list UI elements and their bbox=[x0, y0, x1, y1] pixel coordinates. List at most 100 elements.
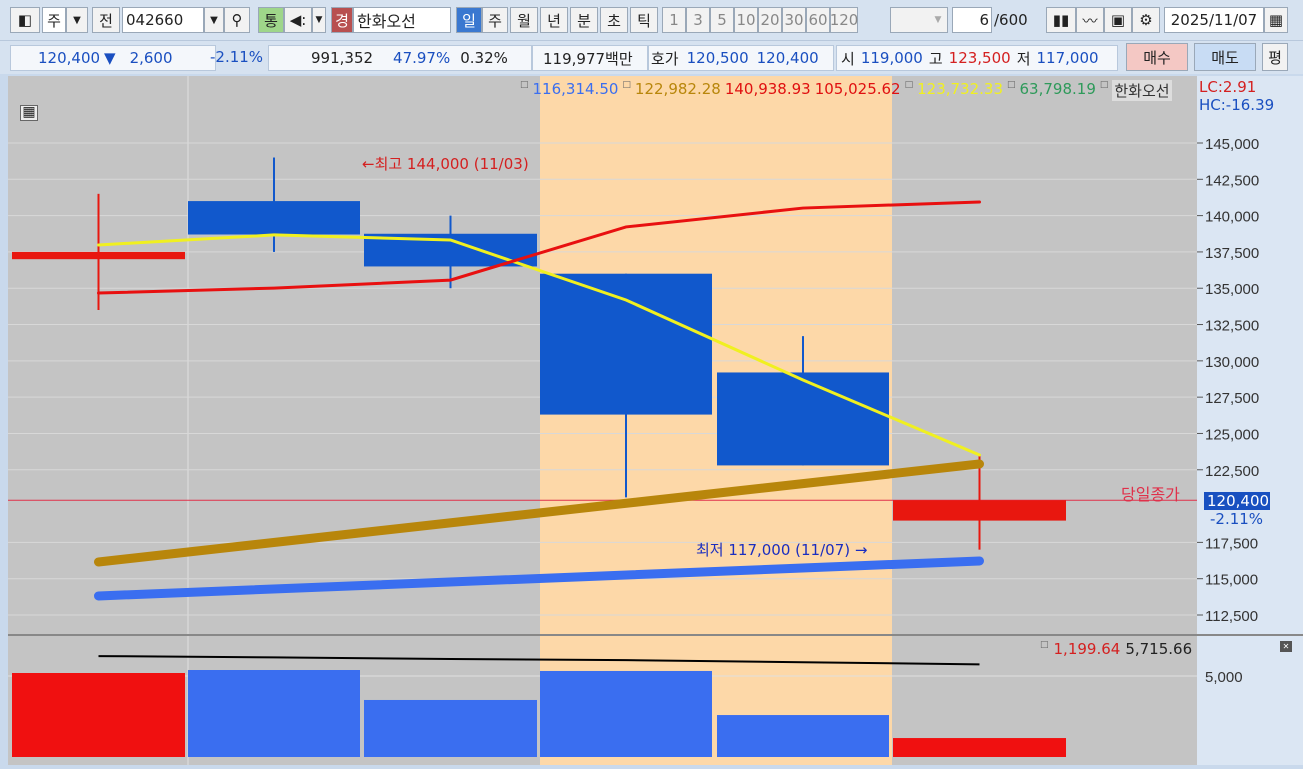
change-pct: -2.11% bbox=[210, 48, 264, 66]
candle-body bbox=[12, 251, 185, 260]
maximize-icon[interactable]: ✕ bbox=[1280, 641, 1292, 652]
chevron-down-icon[interactable]: ▼ bbox=[204, 7, 224, 33]
tab-day[interactable]: 일 bbox=[456, 7, 482, 33]
y-tick-label: 135,000 bbox=[1205, 281, 1259, 298]
turnover: 0.32% bbox=[460, 49, 508, 67]
price-chart: 145,000 142,500 140,000 137,500 135,000 132,5… bbox=[8, 76, 1303, 765]
tab-tick[interactable]: 틱 bbox=[630, 7, 658, 33]
change: 2,600 bbox=[129, 49, 173, 67]
code-input[interactable]: 042660 bbox=[122, 7, 204, 33]
gear-icon[interactable]: ⚙ bbox=[1132, 7, 1160, 33]
open-label: 시 bbox=[841, 49, 855, 68]
y-tick-label: 140,000 bbox=[1205, 209, 1259, 226]
min-20[interactable]: 20 bbox=[758, 7, 782, 33]
y-tick-label: 142,500 bbox=[1205, 172, 1259, 189]
close-price-marker: 120,400 bbox=[1204, 492, 1270, 510]
legend-name: 한화오선 bbox=[1112, 80, 1172, 101]
legend-blue: 116,314.50 bbox=[532, 80, 619, 98]
open-price: 119,000 bbox=[860, 49, 923, 67]
y-tick-label: 132,500 bbox=[1205, 318, 1259, 335]
sell-button[interactable]: 매도 bbox=[1194, 43, 1256, 71]
volume: 991,352 bbox=[311, 49, 374, 67]
current-price: 120,400 bbox=[38, 49, 101, 67]
ask-price: 120,500 bbox=[686, 49, 749, 67]
min-1[interactable]: 1 bbox=[662, 7, 686, 33]
stock-name[interactable]: 한화오선 bbox=[353, 7, 451, 33]
interval-select[interactable]: ▼ bbox=[890, 7, 948, 33]
volume-ratio: 47.97% bbox=[393, 49, 451, 67]
date-input[interactable]: 2025/11/07 bbox=[1164, 7, 1264, 33]
tab-month[interactable]: 월 bbox=[510, 7, 538, 33]
chevron-down-icon[interactable]: ▼ bbox=[66, 7, 88, 33]
toolbar: ◧ 주 ▼ 전 042660 ▼ ⚲ 통 ◀: ▼ 경 한화오선 일 주 월 년… bbox=[0, 0, 1303, 40]
legend-gold: 122,982.28 bbox=[634, 80, 721, 98]
grid-icon[interactable]: ▦ bbox=[20, 105, 38, 121]
y-tick-label: 117,500 bbox=[1205, 535, 1258, 552]
volume-bar bbox=[540, 670, 712, 757]
amount: 119,977백만 bbox=[532, 45, 648, 71]
candle-add-icon[interactable]: ▮▮ bbox=[1046, 7, 1076, 33]
legend-red-1: 140,938.93 bbox=[724, 80, 811, 98]
y-tick-label: 112,500 bbox=[1205, 608, 1258, 625]
tab-minute[interactable]: 분 bbox=[570, 7, 598, 33]
market-select[interactable]: 주 bbox=[42, 7, 66, 33]
min-60[interactable]: 60 bbox=[806, 7, 830, 33]
y-tick-label: 145,000 bbox=[1205, 136, 1259, 153]
legend-red-2: 105,025.62 bbox=[814, 80, 901, 98]
calendar-icon[interactable]: ▦ bbox=[1264, 7, 1288, 33]
candle-body bbox=[893, 500, 1066, 521]
min-5[interactable]: 5 bbox=[710, 7, 734, 33]
lc-value: LC:2.91 bbox=[1199, 78, 1257, 96]
volume-bar bbox=[12, 673, 185, 757]
count-input[interactable]: 6 bbox=[952, 7, 992, 33]
warning-badge: 경 bbox=[331, 7, 353, 33]
min-30[interactable]: 30 bbox=[782, 7, 806, 33]
low-label: 저 bbox=[1016, 49, 1031, 68]
candle-body bbox=[540, 273, 712, 415]
tab-second[interactable]: 초 bbox=[600, 7, 628, 33]
y-tick-label: 130,000 bbox=[1205, 354, 1259, 371]
hc-value: HC:-16.39 bbox=[1199, 96, 1275, 114]
tab-week[interactable]: 주 bbox=[482, 7, 508, 33]
high-price: 123,500 bbox=[948, 49, 1011, 67]
min-120[interactable]: 120 bbox=[830, 7, 858, 33]
close-pct: -2.11% bbox=[1210, 510, 1264, 528]
line-add-icon[interactable]: 〰 bbox=[1076, 7, 1104, 33]
save-icon[interactable]: ▣ bbox=[1104, 7, 1132, 33]
volume-tick-label: 5,000 bbox=[1205, 669, 1243, 686]
layout-icon[interactable]: ◧ bbox=[10, 7, 40, 33]
volume-bar bbox=[188, 670, 360, 757]
y-tick-label: 127,500 bbox=[1205, 390, 1259, 407]
count-total: /600 bbox=[994, 11, 1028, 29]
search-icon[interactable]: ⚲ bbox=[224, 7, 250, 33]
y-tick-label: 125,000 bbox=[1205, 426, 1259, 443]
candle-body bbox=[717, 372, 889, 466]
close-label: 당일종가 bbox=[1121, 485, 1180, 504]
high-annotation: ←최고 144,000 (11/03) bbox=[362, 155, 529, 173]
volume-bar bbox=[717, 715, 889, 757]
buy-button[interactable]: 매수 bbox=[1126, 43, 1188, 71]
min-10[interactable]: 10 bbox=[734, 7, 758, 33]
down-arrow-icon: ▼ bbox=[104, 49, 116, 67]
volume-bar bbox=[364, 699, 537, 757]
min-3[interactable]: 3 bbox=[686, 7, 710, 33]
prev-button[interactable]: 전 bbox=[92, 7, 120, 33]
tab-year[interactable]: 년 bbox=[540, 7, 568, 33]
hoga-label: 호가 bbox=[651, 49, 679, 68]
chevron-down-icon[interactable]: ▼ bbox=[312, 7, 326, 33]
volume-bar bbox=[893, 738, 1066, 757]
avg-button[interactable]: 평 bbox=[1262, 43, 1288, 71]
candle-body bbox=[188, 201, 360, 235]
volume-legend-1: 1,199.64 bbox=[1053, 640, 1121, 658]
tong-button[interactable]: 통 bbox=[258, 7, 284, 33]
low-price: 117,000 bbox=[1036, 49, 1099, 67]
legend-yellow: 123,732.33 bbox=[917, 80, 1003, 98]
y-tick-label: 137,500 bbox=[1205, 245, 1259, 262]
high-label: 고 bbox=[928, 49, 943, 68]
bid-price: 120,400 bbox=[756, 49, 819, 67]
speaker-icon[interactable]: ◀: bbox=[284, 7, 312, 33]
volume-legend-2: 5,715.66 bbox=[1125, 640, 1193, 658]
y-tick-label: 122,500 bbox=[1205, 463, 1259, 480]
low-annotation: 최저 117,000 (11/07) → bbox=[696, 541, 868, 559]
chart-area: 145,000 142,500 140,000 137,500 135,000 132,5… bbox=[8, 76, 1303, 765]
